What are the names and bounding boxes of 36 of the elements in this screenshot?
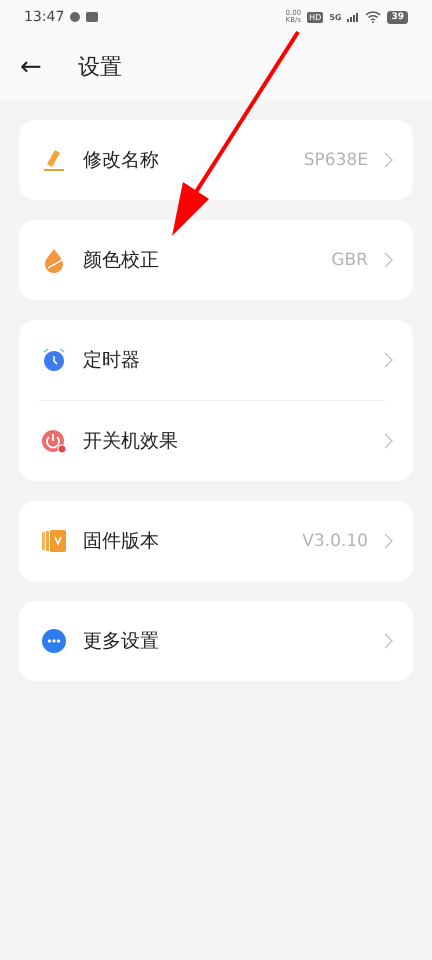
chevron-icon <box>384 533 393 549</box>
wifi-icon <box>365 11 382 23</box>
item-label: 颜色校正 <box>83 248 160 273</box>
chevron-icon <box>384 433 393 449</box>
settings-item[interactable]: 修改名称 SP638E <box>19 120 413 200</box>
status-time: 13:47 <box>24 9 64 25</box>
page-title: 设置 <box>78 54 122 82</box>
item-label: 定时器 <box>83 348 141 373</box>
item-value: V3.0.10 <box>302 531 368 551</box>
more-icon <box>41 628 67 654</box>
item-label: 开关机效果 <box>83 429 179 454</box>
pencil-icon <box>41 147 67 173</box>
settings-item[interactable]: 更多设置 <box>19 601 413 681</box>
chevron-icon <box>384 152 393 168</box>
notification-icon <box>86 12 98 22</box>
back-button[interactable]: ← <box>20 52 42 82</box>
signal-icon <box>347 12 360 22</box>
item-value: GBR <box>331 250 368 270</box>
item-value: SP638E <box>304 150 368 170</box>
battery-level: 39 <box>387 10 408 24</box>
version-icon <box>41 528 67 554</box>
item-label: 修改名称 <box>83 148 160 173</box>
alarm-clock-icon <box>41 347 67 373</box>
settings-item[interactable]: 定时器 <box>19 320 413 400</box>
notification-icon <box>70 12 80 22</box>
item-label: 更多设置 <box>83 629 160 654</box>
power-icon <box>41 428 67 454</box>
hd-badge: HD <box>307 12 324 22</box>
settings-item[interactable]: 颜色校正 GBR <box>19 220 413 300</box>
item-label: 固件版本 <box>83 529 160 554</box>
settings-item[interactable]: 开关机效果 <box>19 401 413 481</box>
chevron-icon <box>384 252 393 268</box>
chevron-icon <box>384 352 393 368</box>
chevron-icon <box>384 633 393 649</box>
network-type: 5G <box>329 12 342 22</box>
settings-item[interactable]: 固件版本 V3.0.10 <box>19 501 413 581</box>
